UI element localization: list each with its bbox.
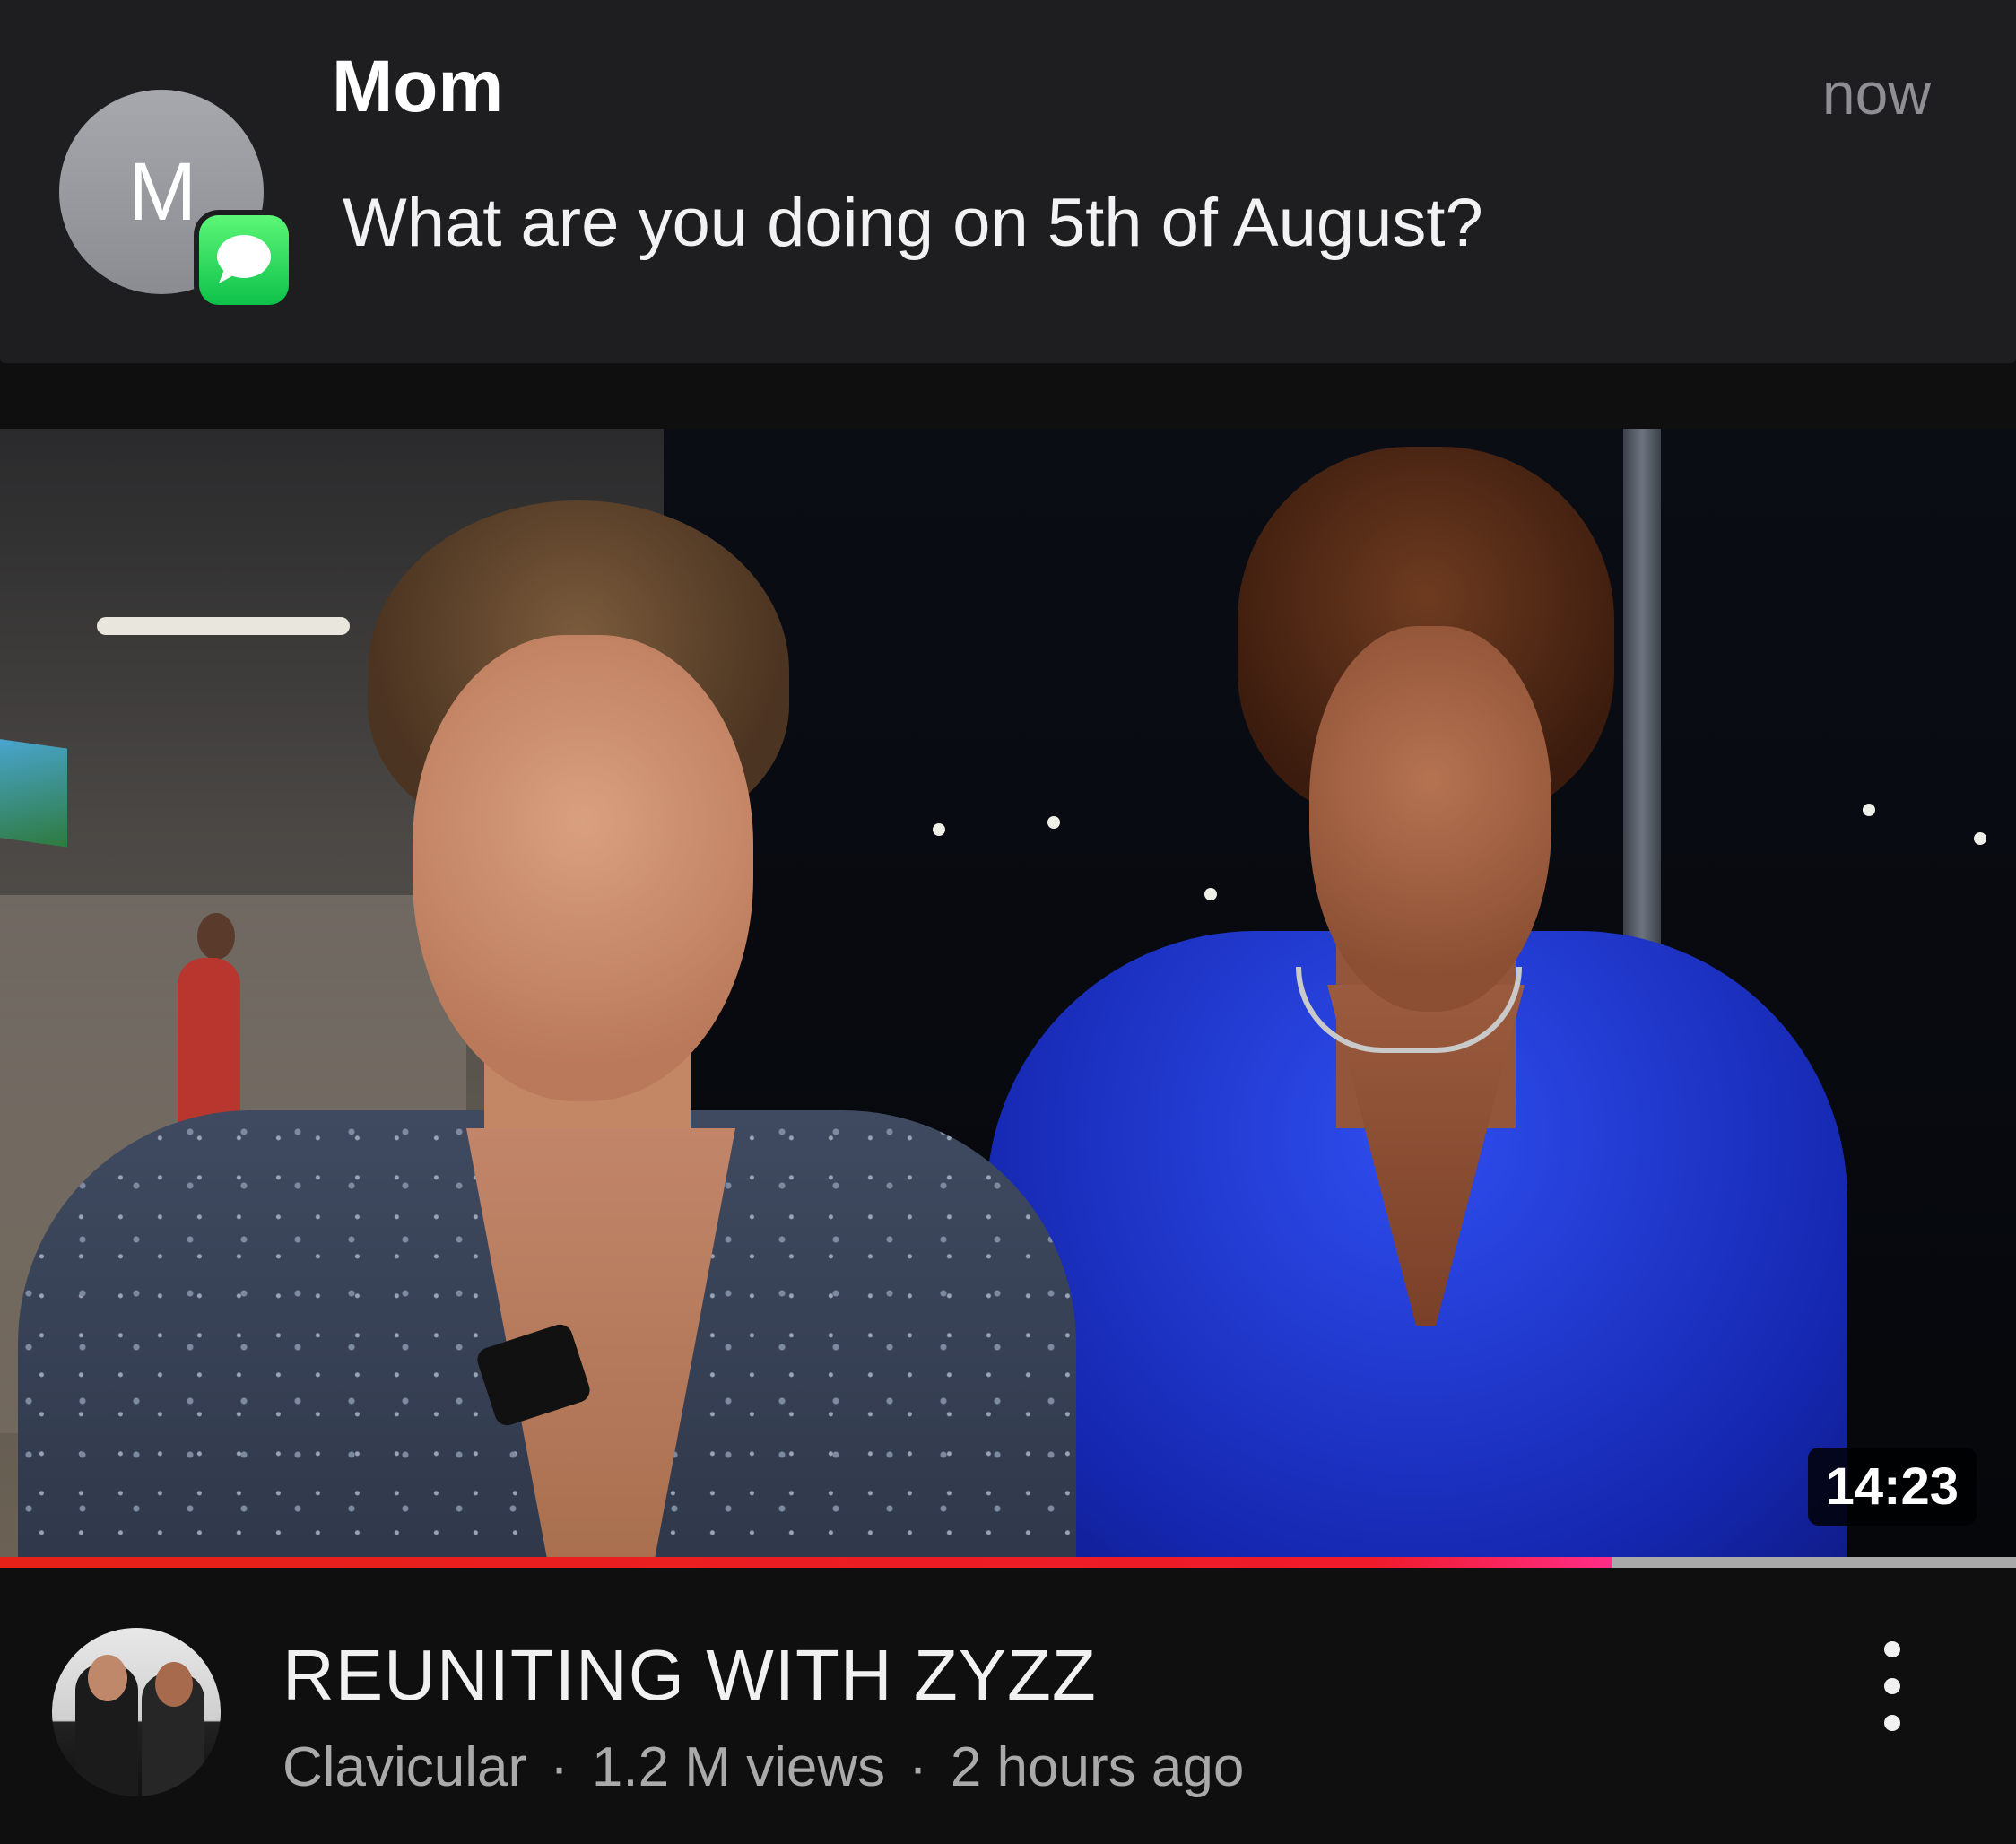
thumbnail-person-right-face (1309, 626, 1551, 1012)
more-vertical-icon[interactable] (1865, 1641, 1919, 1731)
kebab-dot (1884, 1715, 1900, 1731)
thumbnail-light-dot (1047, 816, 1060, 829)
video-metadata: Clavicular · 1.2 M views · 2 hours ago (282, 1735, 1244, 1799)
channel-avatar[interactable] (52, 1628, 221, 1796)
messages-icon (199, 215, 289, 305)
thumbnail-background-person-head (197, 913, 235, 960)
view-count: 1.2 M views (591, 1736, 886, 1798)
thumbnail-light-dot (1863, 804, 1875, 816)
thumbnail-light-dot (933, 823, 945, 836)
meta-separator: · (908, 1736, 927, 1798)
notification-message: What are you doing on 5th of August? (343, 185, 1483, 261)
kebab-dot (1884, 1678, 1900, 1694)
upload-age: 2 hours ago (950, 1736, 1245, 1798)
channel-avatar-person-1-head (88, 1655, 127, 1701)
sender-name: Mom (332, 46, 504, 127)
watch-progress-bar (0, 1557, 2016, 1568)
video-title[interactable]: REUNITING WITH ZYZZ (282, 1634, 1097, 1717)
kebab-dot (1884, 1641, 1900, 1657)
notification-time: now (1821, 60, 1931, 126)
video-thumbnail[interactable]: 14:23 (0, 429, 2016, 1557)
channel-avatar-person-2-head (155, 1662, 193, 1707)
avatar-letter: M (127, 145, 197, 238)
thumbnail-light-dot (1974, 832, 1986, 845)
video-duration-badge: 14:23 (1807, 1448, 1977, 1526)
thumbnail-ceiling-light (97, 617, 350, 635)
channel-name[interactable]: Clavicular (282, 1736, 526, 1798)
watch-progress-fill (0, 1557, 1613, 1568)
meta-separator: · (550, 1736, 569, 1798)
thumbnail-person-left-face (413, 635, 753, 1101)
message-notification[interactable]: M Mom now What are you doing on 5th of A… (0, 0, 2016, 363)
thumbnail-tv-screen (0, 736, 67, 848)
thumbnail-light-dot (1204, 888, 1217, 900)
